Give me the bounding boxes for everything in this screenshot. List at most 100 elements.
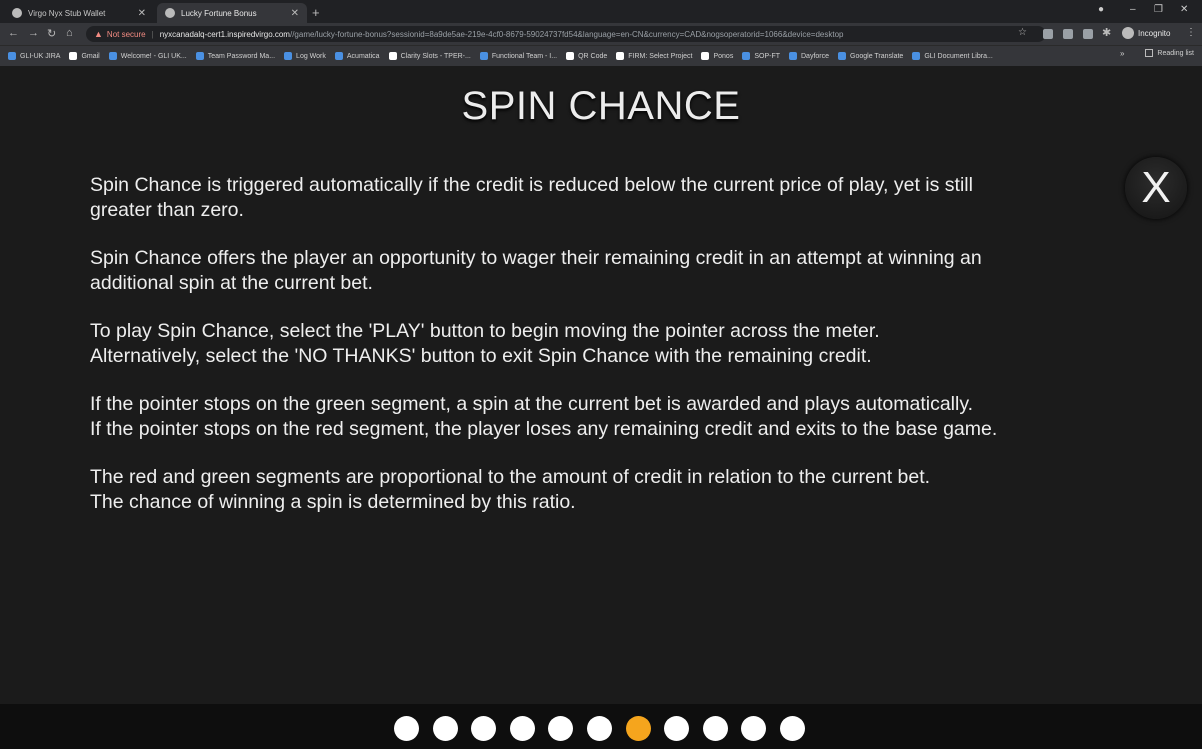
tab-label: Virgo Nyx Stub Wallet [28,8,106,18]
bookmark-favicon-icon [69,52,78,60]
page-dot[interactable] [471,716,497,741]
warning-icon: ▲ [94,29,103,39]
bookmark-favicon-icon [388,52,397,60]
page-dot[interactable] [432,716,458,741]
reading-list-icon [1145,49,1154,57]
bookmark-item[interactable]: Dayforce [789,52,829,60]
bookmark-favicon-icon [8,52,16,60]
close-help-button[interactable]: X [1125,157,1187,219]
page-dot[interactable] [548,716,574,741]
bookmark-item[interactable]: FIRM: Select Project [616,52,692,60]
help-line: The chance of winning a spin is determin… [90,491,576,513]
record-icon[interactable]: ● [1098,4,1104,15]
tab-label: Lucky Fortune Bonus [181,8,257,18]
bookmark-favicon-icon [195,52,204,60]
bookmark-label: Ponos [713,52,734,60]
extension-icon[interactable] [1063,29,1073,39]
pagination-bar [0,704,1202,749]
page-dot[interactable] [664,716,690,741]
globe-icon [12,8,22,18]
close-icon[interactable]: ✕ [138,8,146,19]
game-icon [165,8,175,18]
bookmark-star-icon[interactable]: ☆ [1018,27,1027,38]
bookmarks-bar: GLI-UK JIRA Gmail Welcome! - GLI UK... Team… [0,45,1202,66]
page-dot[interactable] [394,716,419,741]
help-line: If the pointer stops on the green segmen… [90,393,974,415]
bookmark-favicon-icon [616,52,625,60]
help-text: Spin Chance is triggered automatically i… [90,173,1130,538]
tab-lucky-fortune[interactable]: Lucky Fortune Bonus ✕ [157,3,307,23]
help-paragraph: If the pointer stops on the green segmen… [90,392,1130,442]
bookmark-label: Log Work [296,52,326,60]
new-tab-button[interactable]: + [312,5,320,20]
bookmark-item[interactable]: Log Work [284,52,326,60]
bookmark-item[interactable]: Team Password Ma... [195,52,275,60]
bookmark-item[interactable]: Welcome! - GLI UK... [108,52,187,60]
bookmark-item[interactable]: QR Code [566,52,607,60]
bookmark-label: QR Code [578,52,608,60]
address-bar[interactable]: ▲ Not secure | nyxcanadalq-cert1.inspire… [86,26,1046,42]
puzzle-icon[interactable]: ✱ [1102,26,1111,39]
bookmark-label: Acumatica [346,52,380,60]
page-dot[interactable] [741,716,767,741]
help-line: The red and green segments are proportio… [90,466,931,488]
home-icon[interactable]: ⌂ [66,27,73,39]
page-dot[interactable] [509,716,535,741]
help-paragraph: To play Spin Chance, select the 'PLAY' b… [90,319,1130,369]
bookmark-label: SOP-FT [754,52,780,60]
bookmark-favicon-icon [912,52,921,60]
help-line: To play Spin Chance, select the 'PLAY' b… [90,320,880,342]
bookmark-item[interactable]: GLI Document Libra... [912,52,993,60]
profile-label: Incognito [1138,28,1171,38]
incognito-icon [1122,27,1134,39]
page-dot[interactable] [702,716,728,741]
bookmark-favicon-icon [789,52,797,60]
extension-icon[interactable] [1083,29,1093,39]
bookmark-label: Dayforce [801,52,830,60]
close-icon: X [1141,163,1171,212]
page-indicator [394,716,819,741]
close-icon[interactable]: ✕ [291,8,299,19]
bookmark-label: Clarity Slots - TPER-... [400,52,471,60]
bookmark-label: GLI-UK JIRA [20,52,61,60]
help-paragraph: The red and green segments are proportio… [90,465,1130,515]
bookmark-label: Gmail [81,52,100,60]
browser-chrome: Virgo Nyx Stub Wallet ✕ Lucky Fortune Bo… [0,0,1202,66]
bookmark-item[interactable]: Functional Team - I... [479,52,558,60]
bookmark-item[interactable]: Acumatica [334,52,380,60]
bookmark-favicon-icon [284,52,293,60]
bookmark-label: Functional Team - I... [491,52,558,60]
forward-icon[interactable]: → [28,27,39,39]
bookmark-item[interactable]: Google Translate [838,52,903,60]
security-label[interactable]: Not secure [107,30,146,39]
bookmark-item[interactable]: Gmail [69,52,100,60]
bookmarks-overflow-button[interactable]: » [1120,49,1124,58]
minimize-button[interactable]: – [1130,4,1136,15]
profile-button[interactable]: Incognito [1122,27,1170,39]
back-icon[interactable]: ← [8,27,19,39]
help-paragraph: Spin Chance is triggered automatically i… [90,173,1130,223]
tab-strip: Virgo Nyx Stub Wallet ✕ Lucky Fortune Bo… [0,0,1202,23]
bookmark-item[interactable]: Clarity Slots - TPER-... [388,52,471,60]
restore-button[interactable]: ❐ [1154,4,1163,15]
page-title: SPIN CHANCE [461,84,741,128]
tab-virgo-wallet[interactable]: Virgo Nyx Stub Wallet ✕ [4,3,154,23]
bookmark-favicon-icon [742,52,751,60]
bookmark-item[interactable]: SOP-FT [742,52,780,60]
page-dot[interactable] [586,716,612,741]
page-dot[interactable] [779,716,805,741]
bookmark-favicon-icon [479,52,488,60]
bookmark-label: Google Translate [850,52,904,60]
help-line: greater than zero. [90,199,244,221]
bookmark-item[interactable]: Ponos [701,52,733,60]
reading-list-button[interactable]: Reading list [1145,49,1194,57]
window-close-button[interactable]: ✕ [1180,4,1188,15]
menu-icon[interactable]: ⋮ [1186,27,1196,38]
help-line: Spin Chance is triggered automatically i… [90,174,973,196]
extension-icon[interactable] [1043,29,1053,39]
bookmark-favicon-icon [701,52,710,60]
url-divider: | [151,29,154,39]
bookmark-item[interactable]: GLI-UK JIRA [8,52,60,60]
reload-icon[interactable]: ↻ [47,27,56,40]
page-dot-active[interactable] [625,716,651,741]
